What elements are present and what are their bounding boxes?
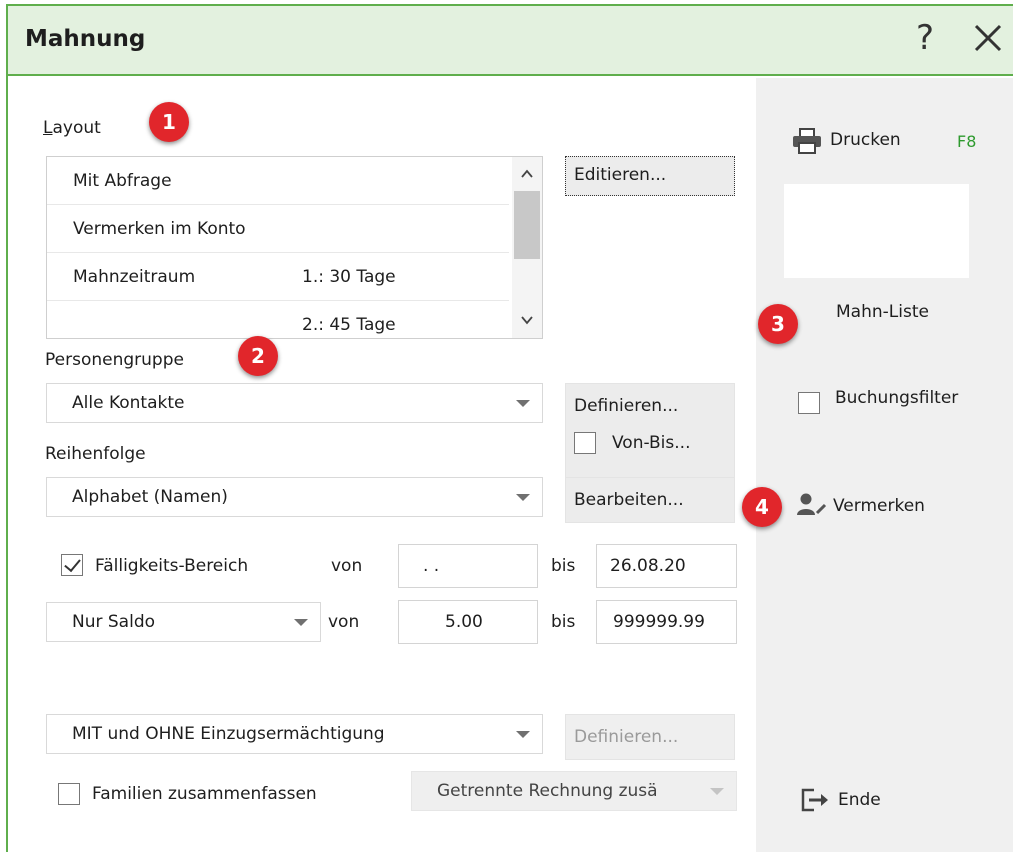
saldo-value: Nur Saldo xyxy=(72,612,156,632)
einzug-value: MIT und OHNE Einzugsermächtigung xyxy=(72,724,385,744)
bearbeiten-button-label: Bearbeiten... xyxy=(574,490,684,510)
faelligkeit-von-value: . . xyxy=(423,556,440,576)
saldo-bis-label: bis xyxy=(551,612,576,632)
mahnung-dialog: Mahnung ? Layout 1 Mit Abfrage Vermerken… xyxy=(6,4,1013,852)
einzug-select[interactable]: MIT und OHNE Einzugsermächtigung xyxy=(46,714,543,754)
drucken-button[interactable]: Drucken F8 xyxy=(792,124,997,158)
dropdown-arrow-icon xyxy=(516,494,530,501)
help-button[interactable]: ? xyxy=(905,16,945,60)
personengruppe-value: Alle Kontakte xyxy=(72,393,185,413)
familien-label: Familien zusammenfassen xyxy=(92,784,317,804)
reihenfolge-select[interactable]: Alphabet (Namen) xyxy=(46,477,543,517)
ende-label: Ende xyxy=(838,790,881,810)
familien-checkbox[interactable] xyxy=(58,783,80,805)
chevron-up-icon[interactable] xyxy=(519,167,535,181)
faelligkeit-bis-input[interactable]: 26.08.20 xyxy=(596,544,737,588)
main-panel: Layout 1 Mit Abfrage Vermerken im Konto … xyxy=(8,78,756,852)
chevron-down-icon[interactable] xyxy=(519,313,535,327)
saldo-von-input[interactable]: 5.00 xyxy=(398,600,538,644)
faelligkeit-bis-value: 26.08.20 xyxy=(610,556,686,576)
close-button[interactable] xyxy=(968,18,1008,62)
badge-1: 1 xyxy=(149,102,189,142)
action-sidebar: Drucken F8 Mahn-Liste 3 Buchungsfilter 4… xyxy=(742,78,1013,852)
dropdown-arrow-icon xyxy=(294,619,308,626)
rechnung-value: Getrennte Rechnung zusä xyxy=(437,781,658,801)
faelligkeit-label: Fälligkeits-Bereich xyxy=(95,556,249,576)
editieren-button[interactable]: Editieren... xyxy=(565,156,735,196)
vermerken-button[interactable]: Vermerken xyxy=(796,488,976,520)
list-item[interactable]: Mit Abfrage xyxy=(47,157,509,205)
saldo-von-value: 5.00 xyxy=(445,612,483,632)
vermerken-label: Vermerken xyxy=(833,496,925,516)
buchungsfilter-label: Buchungsfilter xyxy=(835,388,959,408)
preview-area xyxy=(784,184,969,278)
editieren-button-label: Editieren... xyxy=(574,165,667,185)
buchungsfilter-checkbox[interactable] xyxy=(798,392,820,414)
einzug-definieren-button: Definieren... xyxy=(565,714,735,760)
scroll-thumb[interactable] xyxy=(514,191,540,259)
badge-3: 3 xyxy=(758,304,798,344)
reihenfolge-label: Reihenfolge xyxy=(45,444,146,464)
saldo-von-label: von xyxy=(328,612,360,632)
von-bis-label: Von-Bis... xyxy=(612,433,691,453)
layout-label-rest: ayout xyxy=(52,118,101,138)
dropdown-arrow-icon xyxy=(710,788,724,795)
faelligkeit-von-label: von xyxy=(331,556,363,576)
saldo-bis-input[interactable]: 999999.99 xyxy=(596,600,737,644)
list-item-value: 2.: 45 Tage xyxy=(302,315,396,335)
list-item-value: 1.: 30 Tage xyxy=(302,267,396,287)
faelligkeit-bis-label: bis xyxy=(551,556,576,576)
print-shortcut: F8 xyxy=(957,132,977,151)
layout-listbox[interactable]: Mit Abfrage Vermerken im Konto Mahnzeitr… xyxy=(46,156,543,339)
dropdown-arrow-icon xyxy=(516,400,530,407)
list-item-label: Mit Abfrage xyxy=(73,171,172,191)
list-item[interactable]: Mahnzeitraum 1.: 30 Tage xyxy=(47,253,509,301)
bearbeiten-button[interactable]: Bearbeiten... xyxy=(565,477,735,523)
definieren-button[interactable]: Definieren... xyxy=(565,383,735,478)
list-item[interactable]: Vermerken im Konto xyxy=(47,205,509,253)
saldo-select[interactable]: Nur Saldo xyxy=(46,602,321,642)
title-bar: Mahnung ? xyxy=(8,6,1013,76)
close-icon xyxy=(974,24,1002,52)
layout-label: Layout xyxy=(43,118,101,138)
einzug-definieren-label: Definieren... xyxy=(574,727,679,747)
dropdown-arrow-icon xyxy=(516,731,530,738)
list-scrollbar[interactable] xyxy=(512,157,542,338)
von-bis-checkbox[interactable] xyxy=(574,432,596,454)
faelligkeit-checkbox[interactable] xyxy=(61,554,83,576)
drucken-label: Drucken xyxy=(830,130,901,150)
badge-4: 4 xyxy=(742,487,782,527)
user-edit-icon xyxy=(797,493,827,515)
badge-2: 2 xyxy=(238,336,278,376)
definieren-button-label: Definieren... xyxy=(574,396,679,416)
saldo-bis-value: 999999.99 xyxy=(613,612,705,632)
faelligkeit-von-input[interactable]: . . xyxy=(398,544,538,588)
list-item[interactable]: 2.: 45 Tage xyxy=(47,301,509,338)
personengruppe-select[interactable]: Alle Kontakte xyxy=(46,383,543,423)
window-title: Mahnung xyxy=(25,26,146,52)
reihenfolge-value: Alphabet (Namen) xyxy=(72,487,228,507)
printer-icon xyxy=(793,128,821,154)
mahn-liste-button[interactable]: Mahn-Liste xyxy=(826,298,976,328)
rechnung-select: Getrennte Rechnung zusä xyxy=(411,771,737,811)
personengruppe-label: Personengruppe xyxy=(45,350,184,370)
mahn-liste-label: Mahn-Liste xyxy=(836,302,929,322)
exit-icon xyxy=(801,788,828,812)
ende-button[interactable]: Ende xyxy=(800,784,930,818)
list-item-label: Mahnzeitraum xyxy=(73,267,196,287)
list-item-label: Vermerken im Konto xyxy=(73,219,246,239)
